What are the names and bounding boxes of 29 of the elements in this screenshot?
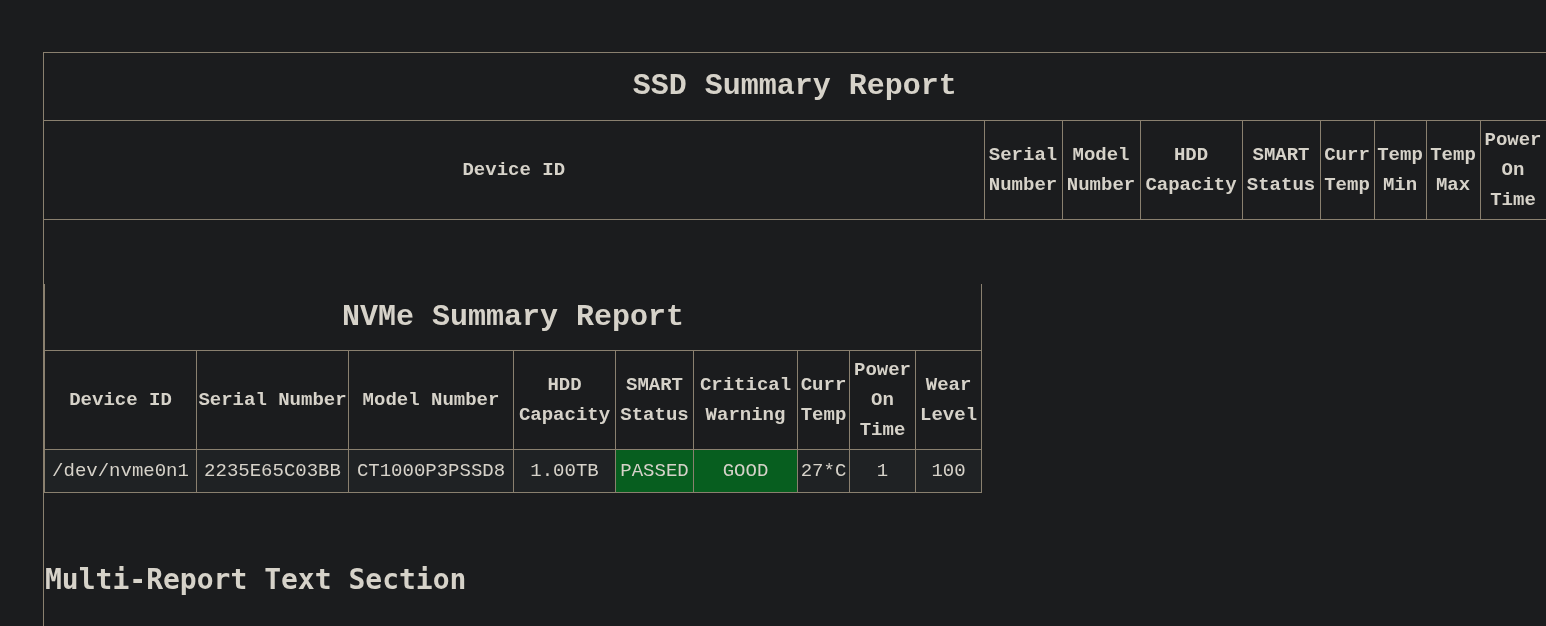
- column-header: Wear Level: [915, 350, 982, 450]
- column-header: Device ID: [44, 350, 197, 450]
- column-header: Critical Warning: [693, 350, 798, 450]
- column-header: Serial Number: [196, 350, 349, 450]
- column-header: Curr Temp: [1320, 120, 1374, 219]
- column-header: SMART Status: [615, 350, 694, 450]
- column-header: HDD Capacity: [513, 350, 616, 450]
- column-header: Power On Time: [849, 350, 916, 450]
- column-header: Temp Min: [1374, 120, 1426, 219]
- column-header: Serial Number: [984, 120, 1062, 219]
- table-cell: PASSED: [615, 449, 694, 493]
- section-heading: Multi-Report Text Section: [45, 562, 467, 598]
- report-title: SSD Summary Report: [44, 53, 1546, 120]
- column-header: Temp Max: [1426, 120, 1480, 219]
- report-title: NVMe Summary Report: [44, 283, 982, 351]
- table-cell: 100: [915, 449, 982, 493]
- table-cell: 1.00TB: [513, 449, 616, 493]
- table-cell: /dev/nvme0n1: [44, 449, 197, 493]
- column-header: Model Number: [1062, 120, 1140, 219]
- column-header: Model Number: [348, 350, 514, 450]
- column-header: HDD Capacity: [1140, 120, 1242, 219]
- table-cell: GOOD: [693, 449, 798, 493]
- table-cell: 2235E65C03BB: [196, 449, 349, 493]
- column-header: Curr Temp: [797, 350, 850, 450]
- column-header: Device ID: [44, 120, 984, 219]
- table-cell: 1: [849, 449, 916, 493]
- table-cell: 27*C: [797, 449, 850, 493]
- column-header: SMART Status: [1242, 120, 1320, 219]
- table-cell: CT1000P3PSSD8: [348, 449, 514, 493]
